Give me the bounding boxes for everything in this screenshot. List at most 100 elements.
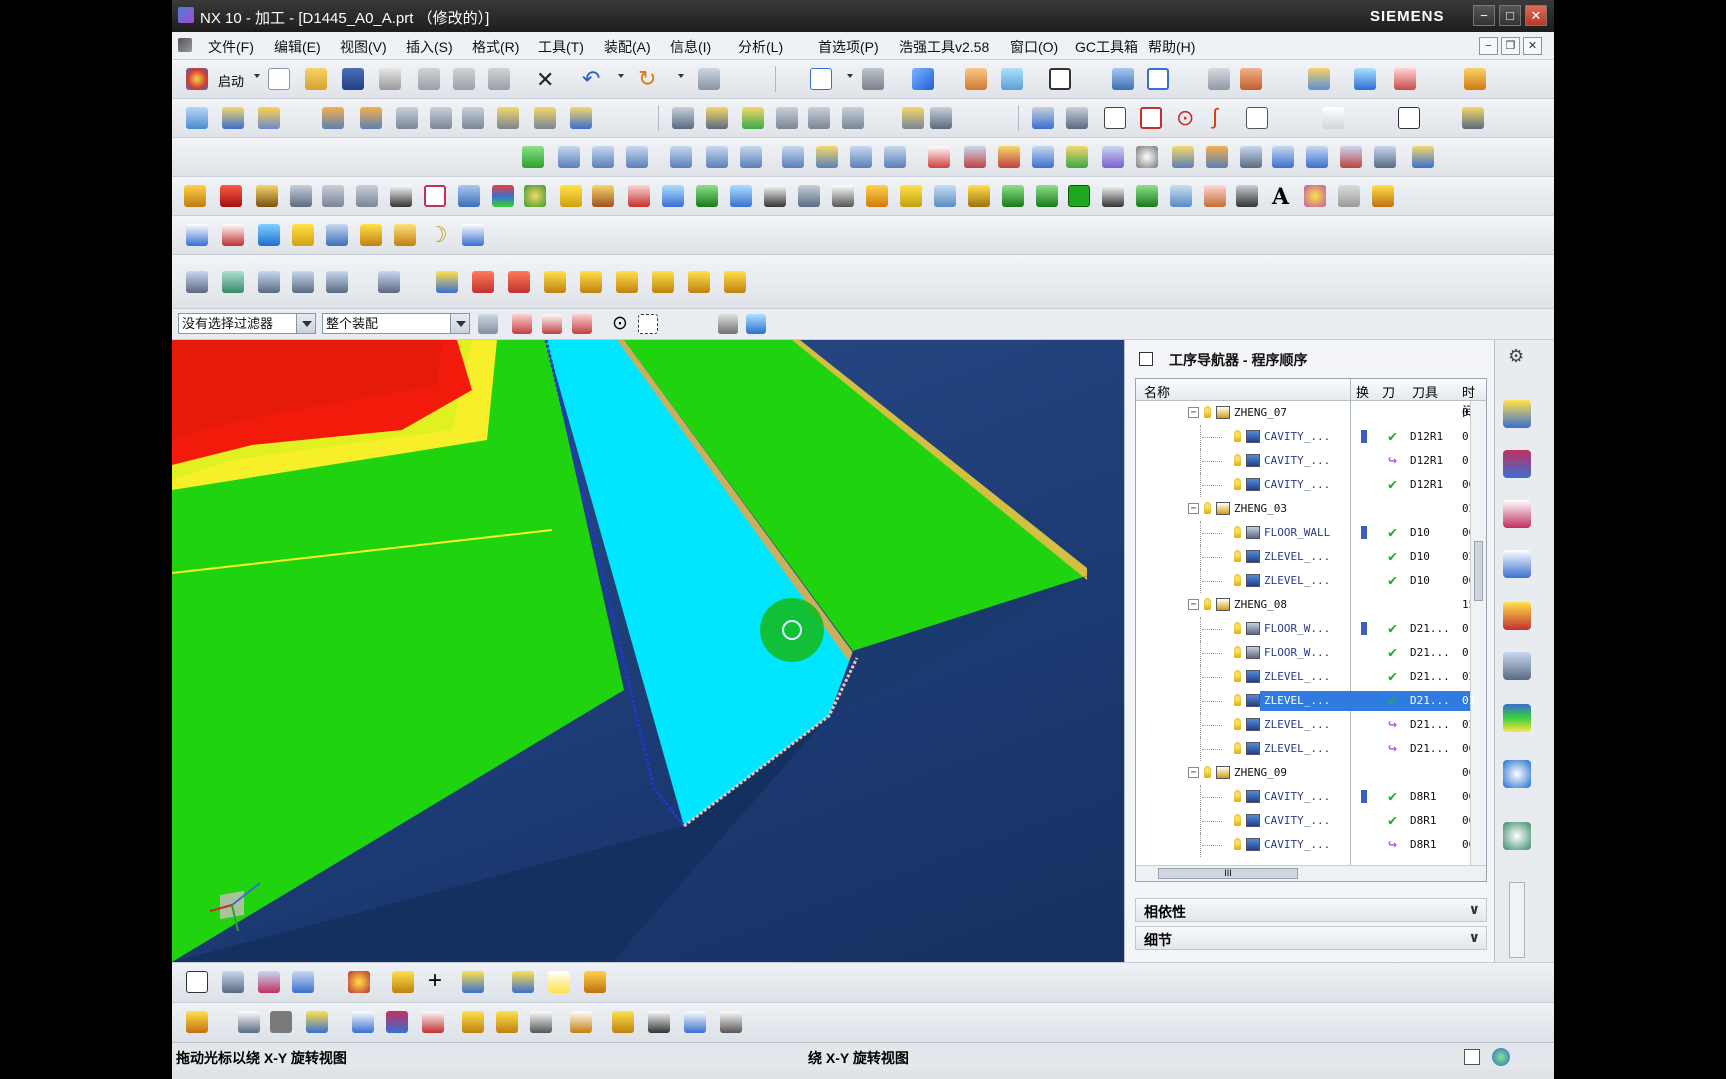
chevron-down-icon[interactable] <box>450 314 469 333</box>
list-ordered-icon[interactable] <box>1102 185 1124 207</box>
doc-restore-button[interactable]: ❐ <box>1501 37 1520 55</box>
text-icon[interactable]: A <box>1272 184 1289 210</box>
operation-row[interactable]: CAVITY_... ✔ D12R1 00 <box>1136 473 1486 497</box>
operation-row[interactable]: CAVITY_... ✔ D12R1 01 <box>1136 425 1486 449</box>
copy-window-icon[interactable] <box>326 224 348 246</box>
paste-icon[interactable] <box>488 68 510 90</box>
level-3-icon[interactable] <box>616 271 638 293</box>
properties-icon[interactable] <box>902 107 924 129</box>
column-path[interactable]: 刀 <box>1382 382 1395 401</box>
view-select-icon[interactable] <box>186 971 208 993</box>
generate-toolpath-icon[interactable] <box>322 107 344 129</box>
library-icon[interactable] <box>842 107 864 129</box>
list-toolpath-icon[interactable] <box>396 107 418 129</box>
menu-view[interactable]: 视图(V) <box>340 37 387 57</box>
create-geometry-icon[interactable] <box>258 107 280 129</box>
plus-icon[interactable]: + <box>428 967 442 995</box>
interference-icon[interactable] <box>530 1011 552 1033</box>
replay-toolpath-icon[interactable] <box>360 107 382 129</box>
operation-row[interactable]: CAVITY_... ↪ D12R1 01 <box>1136 449 1486 473</box>
snap-point-icon[interactable] <box>512 314 532 334</box>
gc-tool-12-icon[interactable] <box>998 146 1020 168</box>
weight-icon[interactable] <box>628 185 650 207</box>
program-group-row[interactable]: − ZHENG_09 06 <box>1136 761 1486 785</box>
chevron-down-icon[interactable]: ∨ <box>1469 929 1480 946</box>
operation-row[interactable]: ZLEVEL_... ✔ D10 00 <box>1136 569 1486 593</box>
menu-edit[interactable]: 编辑(E) <box>274 37 321 57</box>
operation-list-icon[interactable] <box>1032 107 1054 129</box>
resource-scroll[interactable] <box>1509 882 1525 958</box>
sequence-icon[interactable] <box>462 1011 484 1033</box>
operation-row[interactable]: CAVITY_... ↪ D8R1 00 <box>1136 833 1486 857</box>
level-6-icon[interactable] <box>724 271 746 293</box>
collapse-icon[interactable]: − <box>1188 767 1199 778</box>
collapse-icon[interactable]: − <box>1188 599 1199 610</box>
paint-icon[interactable] <box>348 971 370 993</box>
menu-gc-toolbox[interactable]: GC工具箱 <box>1075 37 1138 57</box>
operation-row[interactable]: CAVITY_... ✔ D8R1 00 <box>1136 785 1486 809</box>
stitch-icon[interactable] <box>696 185 718 207</box>
menu-file[interactable]: 文件(F) <box>208 37 254 57</box>
undo-icon[interactable]: ↶ <box>582 66 600 92</box>
clip-icon[interactable] <box>392 971 414 993</box>
trim-icon[interactable] <box>390 185 412 207</box>
tool-icon[interactable] <box>186 1011 208 1033</box>
eraser-icon[interactable] <box>560 185 582 207</box>
program-group-row[interactable]: − ZHENG_08 15 <box>1136 593 1486 617</box>
folder-open-icon[interactable] <box>292 224 314 246</box>
system-scene-tab-icon[interactable] <box>1503 822 1531 850</box>
arrange-icon[interactable] <box>496 1011 518 1033</box>
level-1-icon[interactable] <box>544 271 566 293</box>
ruler-icon[interactable] <box>1464 68 1486 90</box>
step-icon[interactable] <box>832 185 854 207</box>
move-up-icon[interactable] <box>472 271 494 293</box>
target-icon[interactable]: ⊙ <box>1176 105 1194 131</box>
green-pin-icon[interactable] <box>1036 185 1058 207</box>
doc-minimize-button[interactable]: − <box>1479 37 1498 55</box>
start-label[interactable]: 启动 <box>218 71 244 90</box>
navigator-pin-checkbox[interactable] <box>1139 352 1153 366</box>
repeat-dropdown-arrow[interactable] <box>678 74 684 78</box>
section-view-icon[interactable] <box>1236 185 1258 207</box>
machine-tool-view-icon[interactable] <box>706 107 728 129</box>
pipe-icon[interactable] <box>934 185 956 207</box>
close-button[interactable]: ✕ <box>1525 5 1547 26</box>
inch-mm-icon[interactable] <box>222 224 244 246</box>
operation-row[interactable]: FLOOR_WALL ✔ D10 00 <box>1136 521 1486 545</box>
column-name[interactable]: 名称 <box>1144 382 1170 401</box>
program-group-row[interactable]: − ZHENG_07 02 <box>1136 401 1486 425</box>
measure-icon[interactable] <box>1240 68 1262 90</box>
gc-tool-10-icon[interactable] <box>884 146 906 168</box>
draft-icon[interactable] <box>592 185 614 207</box>
constraint-icon[interactable] <box>352 1011 374 1033</box>
calculator-icon[interactable] <box>394 224 416 246</box>
operation-row[interactable]: CAVITY_... ✔ D8R1 00 <box>1136 809 1486 833</box>
gc-tool-9-icon[interactable] <box>850 146 872 168</box>
cut-icon[interactable] <box>418 68 440 90</box>
gc-tool-3-icon[interactable] <box>626 146 648 168</box>
web-browser-tab-icon[interactable] <box>1503 760 1531 788</box>
nav-operation-tab-icon[interactable] <box>1503 550 1531 578</box>
component-icon[interactable] <box>548 971 570 993</box>
layer-category-icon[interactable] <box>326 271 348 293</box>
gc-tool-6-icon[interactable] <box>740 146 762 168</box>
delete-icon[interactable]: ✕ <box>536 67 554 93</box>
layer-visible-icon[interactable] <box>222 271 244 293</box>
roles-tab-icon[interactable] <box>1503 704 1531 732</box>
palette-icon[interactable] <box>1304 185 1326 207</box>
operation-row[interactable]: ZLEVEL_... ✔ D21... 01 <box>1136 689 1486 713</box>
assembly-nav-icon[interactable] <box>1112 68 1134 90</box>
solid-filter-icon[interactable] <box>746 314 766 334</box>
sub-assembly-icon[interactable] <box>512 971 534 993</box>
add-component-icon[interactable] <box>306 1011 328 1033</box>
new-file-icon[interactable] <box>268 68 290 90</box>
gc-tool-2-icon[interactable] <box>592 146 614 168</box>
view-dropdown-arrow[interactable] <box>847 74 853 78</box>
vertical-scrollbar[interactable] <box>1470 401 1486 867</box>
gc-tool-7-icon[interactable] <box>782 146 804 168</box>
menu-insert[interactable]: 插入(S) <box>406 37 453 57</box>
details-section[interactable]: 细节 ∨ <box>1135 926 1487 950</box>
gc-tool-4-icon[interactable] <box>670 146 692 168</box>
filter-reset-icon[interactable] <box>478 314 498 334</box>
reuse-library-tab-icon[interactable] <box>1503 652 1531 680</box>
